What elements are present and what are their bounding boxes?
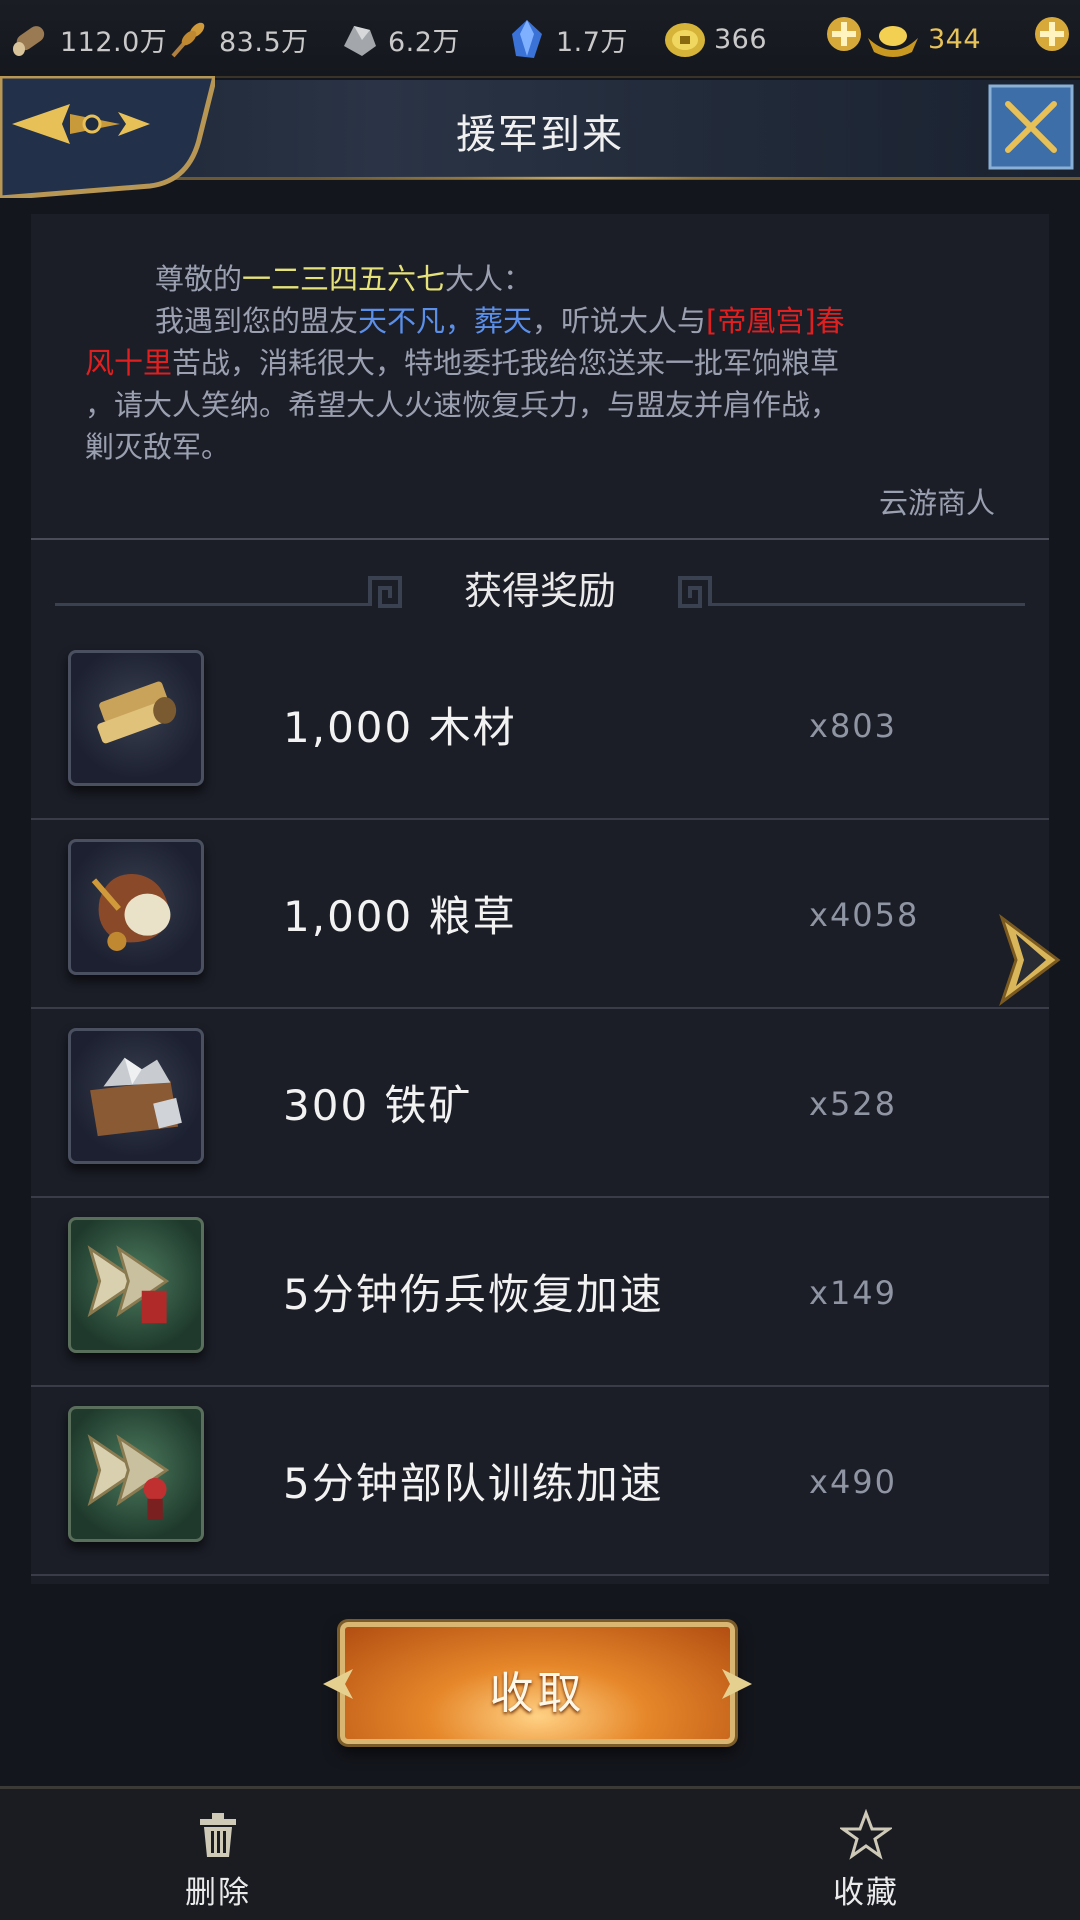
button-wing-right-icon <box>722 1669 752 1699</box>
resource-coin[interactable]: 366 <box>662 10 767 68</box>
reward-row: 1,000 粮草 x4058 <box>31 821 1049 1009</box>
favorite-label: 收藏 <box>833 1875 899 1911</box>
letter-text: ，听说大人与 <box>532 304 707 338</box>
copper-coin-icon <box>665 23 705 57</box>
rewards-title: 获得奖励 <box>463 569 616 613</box>
next-mail-arrow-icon[interactable] <box>998 914 1062 1006</box>
delete-label: 删除 <box>185 1875 251 1911</box>
header-knot-icon-right <box>678 576 712 608</box>
iron-ore-crate-icon <box>68 1028 204 1164</box>
letter-text: 剿灭敌军。 <box>85 430 231 464</box>
reward-name: 1,000 粮草 <box>283 892 517 941</box>
train-speedup-icon <box>68 1406 204 1542</box>
letter-text: 苦战，消耗很大，特地委托我给您送来一批军饷粮草 <box>172 346 840 380</box>
reward-name: 300 铁矿 <box>283 1081 473 1130</box>
letter-text: ，请大人笑纳。希望大人火速恢复兵力，与盟友并肩作战， <box>85 388 840 422</box>
letter-greeting: 尊敬的一二三四五六七大人： <box>85 258 1005 300</box>
collect-button[interactable]: 收取 <box>323 1622 752 1744</box>
resource-wood[interactable]: 112.0万 <box>8 10 167 68</box>
reward-quantity: x803 <box>809 707 898 745</box>
reward-row: 300 铁矿 x528 <box>31 1010 1049 1198</box>
player-name: 一二三四五六七 <box>242 262 446 296</box>
enemy-name-cont: 风十里 <box>85 346 173 380</box>
wood-planks-icon <box>68 650 204 786</box>
reward-quantity: x528 <box>809 1085 898 1123</box>
reward-row: 5分钟部队训练加速 x490 <box>31 1388 1049 1576</box>
resource-grain[interactable]: 83.5万 <box>167 10 309 68</box>
reward-name: 1,000 木材 <box>283 703 517 752</box>
add-gold-plus-icon[interactable] <box>824 14 864 54</box>
resource-crystal[interactable]: 1.7万 <box>504 10 628 68</box>
reward-name: 5分钟部队训练加速 <box>283 1459 664 1508</box>
wood-log-icon <box>13 26 45 56</box>
gold-ingot-icon <box>868 26 918 57</box>
add-resource-plus-icon[interactable] <box>1032 14 1072 54</box>
reward-quantity: x490 <box>809 1463 898 1501</box>
grain-sack-icon <box>68 839 204 975</box>
reward-quantity: x149 <box>809 1274 898 1312</box>
close-button[interactable] <box>988 84 1074 170</box>
letter-signature: 云游商人 <box>878 486 995 520</box>
greeting-prefix: 尊敬的 <box>155 262 243 296</box>
collect-label: 收取 <box>489 1668 586 1719</box>
resource-gold[interactable]: 344 <box>864 10 981 68</box>
reward-row: 5分钟伤兵恢复加速 x149 <box>31 1199 1049 1387</box>
back-button[interactable] <box>0 76 215 198</box>
letter-paragraph: 我遇到您的盟友天不凡，葬天，听说大人与[帝凰宫]春 <box>85 300 1005 342</box>
reward-quantity: x4058 <box>809 896 920 934</box>
letter-body: 尊敬的一二三四五六七大人： 我遇到您的盟友天不凡，葬天，听说大人与[帝凰宫]春 … <box>85 258 1005 468</box>
section-divider <box>31 538 1049 540</box>
greeting-suffix: 大人： <box>445 262 533 296</box>
grain-icon <box>171 22 205 58</box>
title-glow-divider <box>300 176 860 180</box>
heal-speedup-icon <box>68 1217 204 1353</box>
header-ornament-line-right <box>712 603 1025 606</box>
trash-icon <box>200 1813 236 1857</box>
bottom-action-bar: 删除 收藏 <box>0 1786 1080 1920</box>
blue-crystal-icon <box>512 20 542 58</box>
reward-row: 1,000 木材 x803 <box>31 632 1049 820</box>
enemy-name: [帝凰宫]春 <box>706 304 845 338</box>
reward-name: 5分钟伤兵恢复加速 <box>283 1270 664 1319</box>
delete-button[interactable]: 删除 <box>138 1809 298 1912</box>
resource-iron[interactable]: 6.2万 <box>336 10 460 68</box>
letter-paragraph-cont: 风十里苦战，消耗很大，特地委托我给您送来一批军饷粮草 <box>85 342 1005 384</box>
resource-bar: 112.0万 83.5万 6.2万 1.7万 366 344 <box>0 0 1080 78</box>
letter-line: ，请大人笑纳。希望大人火速恢复兵力，与盟友并肩作战， <box>85 384 1005 426</box>
star-icon <box>838 1808 894 1860</box>
favorite-button[interactable]: 收藏 <box>786 1808 946 1912</box>
ally-names: 天不凡，葬天 <box>358 304 533 338</box>
letter-line: 剿灭敌军。 <box>85 426 1005 468</box>
letter-text: 我遇到您的盟友 <box>155 304 359 338</box>
iron-ore-icon <box>344 26 376 56</box>
